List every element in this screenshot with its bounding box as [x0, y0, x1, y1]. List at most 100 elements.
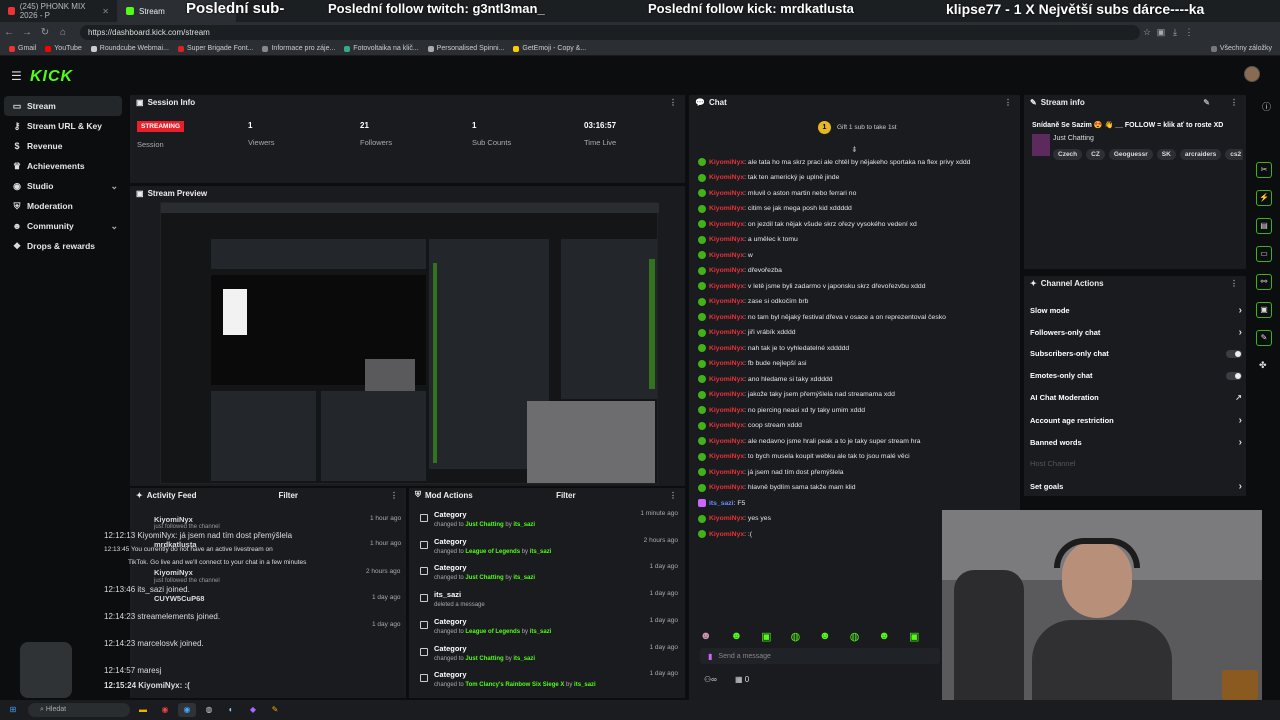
chat-username[interactable]: KiyomiNyx [709, 422, 744, 429]
emote-icon[interactable]: ☻ [878, 630, 890, 642]
chat-username[interactable]: its_sazi [709, 500, 734, 507]
rail-button-bolt[interactable]: ⚡ [1256, 190, 1272, 206]
emote-icon[interactable]: ▣ [761, 630, 771, 643]
avatar[interactable] [1244, 66, 1260, 82]
emote-icon[interactable]: ▣ [909, 630, 919, 643]
chat-username[interactable]: KiyomiNyx [709, 531, 744, 538]
bookmark-item[interactable]: Informace pro záje... [262, 45, 335, 52]
chat-username[interactable]: KiyomiNyx [709, 345, 744, 352]
emote-icon[interactable]: ◍ [791, 630, 801, 643]
chat-username[interactable]: KiyomiNyx [709, 221, 744, 228]
emote-icon[interactable]: ☻ [819, 630, 831, 642]
all-bookmarks[interactable]: Všechny záložky [1210, 45, 1272, 52]
gift-icon[interactable]: 1 [818, 121, 831, 134]
rail-button-clip[interactable]: ✂ [1256, 162, 1272, 178]
extension-icon[interactable]: ▣ [1154, 27, 1168, 38]
channel-action-emotes-only-chat[interactable]: Emotes-only chat [1030, 371, 1242, 380]
emote-icon[interactable]: ☻ [731, 630, 743, 642]
info-icon[interactable]: ⓘ [1262, 100, 1271, 113]
more-icon[interactable]: ⋮ [1230, 279, 1238, 288]
chat-username[interactable]: KiyomiNyx [709, 376, 744, 383]
tag[interactable]: SK [1156, 149, 1176, 160]
channel-action-set-goals[interactable]: Set goals › [1030, 481, 1242, 492]
tag[interactable]: arcraiders [1179, 149, 1222, 160]
gift-sub-prompt[interactable]: Gift 1 sub to take 1st [837, 124, 897, 131]
chat-input[interactable]: ▮ Send a message [700, 648, 940, 664]
chrome-icon[interactable]: ◉ [156, 703, 174, 717]
back-icon[interactable]: ← [0, 27, 18, 38]
bookmark-item[interactable]: GetEmoji - Copy &... [513, 45, 586, 52]
windows-start-icon[interactable]: ⊞ [4, 703, 22, 717]
chat-username[interactable]: KiyomiNyx [709, 469, 744, 476]
url-input[interactable]: https://dashboard.kick.com/stream [80, 24, 1140, 40]
mod-filter-button[interactable]: Filter [556, 491, 576, 500]
sidebar-item-stream-url-key[interactable]: ⚷ Stream URL & Key [0, 116, 128, 136]
folder-icon[interactable]: ▬ [134, 703, 152, 717]
rail-button-chat[interactable]: ▭ [1256, 246, 1272, 262]
chat-username[interactable]: KiyomiNyx [709, 205, 744, 212]
stream-preview-video[interactable] [160, 202, 659, 484]
chat-username[interactable]: KiyomiNyx [709, 391, 744, 398]
bookmark-item[interactable]: Personalised Spinni... [427, 45, 504, 52]
channel-action-slow-mode[interactable]: Slow mode › [1030, 305, 1242, 316]
pencil-icon[interactable]: ✎ [1203, 98, 1210, 107]
tag[interactable]: CZ [1086, 149, 1105, 160]
chat-username[interactable]: KiyomiNyx [709, 190, 744, 197]
bookmark-item[interactable]: Super Brigade Font... [177, 45, 253, 52]
pen-icon[interactable]: ✎ [266, 703, 284, 717]
sidebar-item-revenue[interactable]: $ Revenue [0, 136, 128, 156]
more-icon[interactable]: ⋮ [1004, 98, 1012, 107]
pin-icon[interactable]: ⇟ [851, 145, 858, 154]
toggle-switch[interactable] [1226, 371, 1242, 380]
more-icon[interactable]: ⋮ [1230, 98, 1238, 107]
taskbar-search[interactable]: ⌕ Hledat [28, 703, 130, 717]
users-icon[interactable]: ⚇∞ [704, 675, 717, 684]
tag[interactable]: Czech [1053, 149, 1083, 160]
rail-button-tool[interactable]: ✎ [1256, 330, 1272, 346]
rail-button-doc[interactable]: ▤ [1256, 218, 1272, 234]
chat-username[interactable]: KiyomiNyx [709, 283, 744, 290]
bookmark-item[interactable]: Fotovoltaika na klič... [344, 45, 419, 52]
toggle-switch[interactable] [1226, 349, 1242, 358]
download-icon[interactable]: ⤓ [1168, 27, 1182, 38]
settings-icon[interactable]: ✤ [1259, 360, 1267, 371]
bookmark-item[interactable]: YouTube [45, 45, 82, 52]
channel-action-account-age-restriction[interactable]: Account age restriction › [1030, 415, 1242, 426]
hamburger-icon[interactable]: ☰ [11, 69, 22, 83]
more-icon[interactable]: ⋮ [390, 491, 398, 500]
forward-icon[interactable]: → [18, 27, 36, 38]
channel-action-banned-words[interactable]: Banned words › [1030, 437, 1242, 448]
activity-filter-button[interactable]: Filter [278, 491, 298, 500]
points-icon[interactable]: ▦ 0 [735, 675, 749, 684]
chat-username[interactable]: KiyomiNyx [709, 360, 744, 367]
rail-button-link[interactable]: ⚯ [1256, 274, 1272, 290]
obs-icon[interactable]: ◍ [200, 703, 218, 717]
reload-icon[interactable]: ↻ [36, 27, 54, 38]
chat-username[interactable]: KiyomiNyx [709, 484, 744, 491]
browser-tab[interactable]: (245) PHONK MIX 2026 - P ✕ [0, 0, 118, 22]
chat-username[interactable]: KiyomiNyx [709, 438, 744, 445]
chat-username[interactable]: KiyomiNyx [709, 267, 744, 274]
channel-action-followers-only-chat[interactable]: Followers-only chat › [1030, 327, 1242, 338]
sidebar-item-drops[interactable]: ❖ Drops & rewards [0, 236, 128, 256]
sidebar-item-studio[interactable]: ◉ Studio ⌄ [0, 176, 128, 196]
emote-icon[interactable]: ☻ [700, 630, 712, 642]
sidebar-item-moderation[interactable]: ⛨ Moderation [0, 196, 128, 216]
browser-icon[interactable]: ◉ [178, 703, 196, 717]
chat-username[interactable]: KiyomiNyx [709, 515, 744, 522]
sidebar-item-community[interactable]: ☻ Community ⌄ [0, 216, 128, 236]
steam-icon[interactable]: ◐ [222, 703, 240, 717]
stream-category[interactable]: Just Chatting [1053, 135, 1094, 142]
chat-username[interactable]: KiyomiNyx [709, 407, 744, 414]
more-icon[interactable]: ⋮ [669, 98, 677, 107]
bookmark-item[interactable]: Roundcube Webmai... [90, 45, 169, 52]
chat-username[interactable]: KiyomiNyx [709, 159, 744, 166]
channel-action-ai-chat-moderation[interactable]: AI Chat Moderation ↗ [1030, 393, 1242, 402]
sidebar-item-achievements[interactable]: ♛ Achievements [0, 156, 128, 176]
close-icon[interactable]: ✕ [102, 7, 109, 16]
tag[interactable]: Geoguessr [1108, 149, 1153, 160]
emote-icon[interactable]: ◍ [850, 630, 860, 643]
chat-username[interactable]: KiyomiNyx [709, 314, 744, 321]
app-icon[interactable]: ◆ [244, 703, 262, 717]
sidebar-item-stream[interactable]: ▭ Stream [4, 96, 122, 116]
